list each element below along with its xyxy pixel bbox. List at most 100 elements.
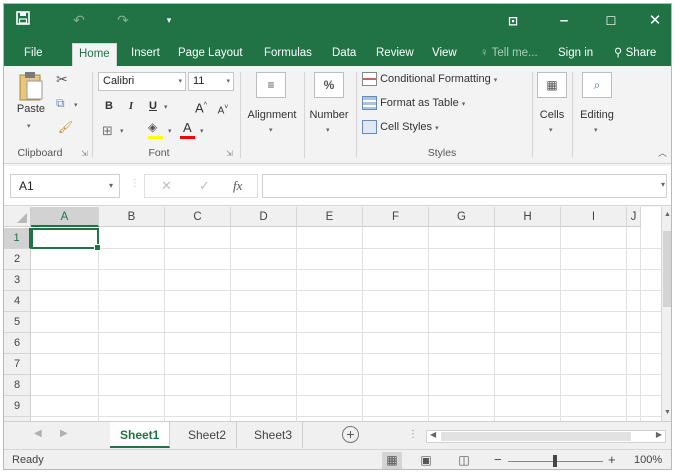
zoom-out-icon[interactable]: −: [494, 452, 502, 467]
scroll-left-icon[interactable]: ◀: [430, 430, 436, 439]
tab-home[interactable]: Home: [72, 43, 117, 66]
format-painter-icon[interactable]: 🖌: [58, 120, 73, 134]
save-icon[interactable]: [12, 11, 34, 29]
font-size-combo[interactable]: 11 ▾: [188, 72, 234, 91]
sign-in-link[interactable]: Sign in: [552, 43, 599, 66]
column-header[interactable]: I: [561, 207, 627, 227]
font-color-button[interactable]: A: [180, 120, 196, 140]
scroll-up-icon[interactable]: ▲: [664, 211, 671, 218]
column-header[interactable]: A: [31, 207, 99, 227]
tab-data[interactable]: Data: [326, 43, 362, 66]
scroll-down-icon[interactable]: ▼: [664, 409, 671, 416]
row-header[interactable]: 8: [4, 375, 31, 396]
formula-input[interactable]: [262, 174, 667, 198]
undo-icon[interactable]: ↶: [68, 11, 90, 29]
cut-icon[interactable]: ✂: [56, 71, 68, 88]
page-layout-view-icon[interactable]: ▣: [416, 452, 436, 469]
row-header[interactable]: 7: [4, 354, 31, 375]
grow-font-button[interactable]: A^: [192, 97, 210, 115]
sheet-tab[interactable]: Sheet2: [178, 422, 238, 448]
tab-split-handle-icon[interactable]: ⋮: [408, 429, 418, 440]
row-header[interactable]: 9: [4, 396, 31, 417]
clipboard-launcher-icon[interactable]: ⇲: [81, 149, 88, 158]
font-launcher-icon[interactable]: ⇲: [226, 149, 233, 158]
tab-insert[interactable]: Insert: [125, 43, 166, 66]
insert-function-icon[interactable]: fx: [233, 178, 242, 194]
horizontal-scrollbar[interactable]: ◀ ▶: [426, 430, 666, 443]
underline-button[interactable]: U: [144, 97, 162, 115]
number-format-button[interactable]: % Number ▾: [304, 72, 354, 142]
collapse-ribbon-icon[interactable]: ︿: [658, 146, 667, 159]
expand-formula-bar-icon[interactable]: ▾: [661, 180, 665, 189]
cell-styles-button[interactable]: Cell Styles ▾: [362, 120, 439, 138]
copy-icon[interactable]: ⧉: [56, 96, 65, 111]
ribbon-display-icon[interactable]: ⊡: [498, 9, 528, 33]
scroll-right-icon[interactable]: ▶: [656, 430, 662, 439]
new-sheet-button[interactable]: +: [342, 426, 359, 443]
row-header[interactable]: 4: [4, 291, 31, 312]
select-all-button[interactable]: [4, 207, 31, 227]
column-header[interactable]: G: [429, 207, 495, 227]
tab-formulas[interactable]: Formulas: [258, 43, 318, 66]
tab-view[interactable]: View: [426, 43, 463, 66]
sheet-tab[interactable]: Sheet1: [110, 422, 171, 448]
column-header[interactable]: D: [231, 207, 297, 227]
zoom-in-icon[interactable]: +: [608, 452, 616, 467]
borders-dropdown-icon[interactable]: ▾: [120, 127, 124, 135]
row-header[interactable]: 5: [4, 312, 31, 333]
row-header[interactable]: 6: [4, 333, 31, 354]
tab-review[interactable]: Review: [370, 43, 420, 66]
copy-dropdown-icon[interactable]: ▾: [74, 101, 78, 109]
conditional-formatting-button[interactable]: Conditional Formatting ▾: [362, 72, 497, 90]
customize-icon[interactable]: ▾: [158, 11, 180, 29]
column-header[interactable]: C: [165, 207, 231, 227]
row-header[interactable]: 2: [4, 249, 31, 270]
alignment-button[interactable]: ≡ Alignment ▾: [242, 72, 302, 142]
cancel-icon[interactable]: ✕: [161, 178, 172, 194]
vertical-scrollbar[interactable]: ▲ ▼: [661, 207, 671, 421]
normal-view-icon[interactable]: ▦: [382, 452, 402, 469]
editing-button[interactable]: ⌕ Editing ▾: [574, 72, 620, 142]
previous-sheet-icon[interactable]: ◀: [34, 428, 42, 439]
sheet-tab[interactable]: Sheet3: [244, 422, 304, 448]
borders-icon[interactable]: ⊞: [102, 123, 113, 139]
fill-color-button[interactable]: ◈: [148, 120, 164, 140]
bold-button[interactable]: B: [100, 97, 118, 115]
row-header[interactable]: 3: [4, 270, 31, 291]
font-name-combo[interactable]: Calibri ▾: [98, 72, 186, 91]
zoom-slider-thumb[interactable]: [553, 455, 557, 467]
name-box-dropdown-icon[interactable]: ▾: [109, 175, 113, 197]
tab-page-layout[interactable]: Page Layout: [172, 43, 249, 66]
italic-button[interactable]: I: [122, 97, 140, 115]
formula-bar-grip-icon[interactable]: ⋮: [130, 178, 140, 189]
row-header[interactable]: 1: [4, 228, 31, 249]
page-break-view-icon[interactable]: ◫: [454, 452, 474, 469]
column-header[interactable]: F: [363, 207, 429, 227]
cells-button[interactable]: ▦ Cells ▾: [534, 72, 570, 142]
underline-dropdown-icon[interactable]: ▾: [164, 103, 168, 111]
column-header[interactable]: B: [99, 207, 165, 227]
close-icon[interactable]: ✕: [640, 9, 670, 33]
zoom-level[interactable]: 100%: [634, 454, 662, 466]
minimize-icon[interactable]: –: [549, 9, 579, 33]
fill-color-dropdown-icon[interactable]: ▾: [168, 127, 172, 135]
maximize-icon[interactable]: ☐: [596, 9, 626, 33]
tab-file[interactable]: File: [18, 43, 49, 66]
tell-me-search[interactable]: ♀ Tell me...: [474, 43, 544, 66]
enter-icon[interactable]: ✓: [199, 178, 210, 194]
column-header[interactable]: J: [627, 207, 641, 227]
paste-button[interactable]: Paste ▾: [14, 70, 48, 130]
format-as-table-button[interactable]: Format as Table ▾: [362, 96, 465, 114]
share-button[interactable]: ⚲ Share: [608, 43, 662, 66]
shrink-font-button[interactable]: A˅: [214, 99, 232, 117]
column-header[interactable]: H: [495, 207, 561, 227]
active-cell[interactable]: [31, 228, 101, 251]
column-header[interactable]: E: [297, 207, 363, 227]
next-sheet-icon[interactable]: ▶: [60, 428, 68, 439]
font-color-dropdown-icon[interactable]: ▾: [200, 127, 204, 135]
name-box[interactable]: A1 ▾: [10, 174, 120, 198]
vertical-scroll-thumb[interactable]: [663, 231, 671, 307]
horizontal-scroll-thumb[interactable]: [441, 432, 631, 441]
redo-icon[interactable]: ↷: [112, 11, 134, 29]
worksheet-grid[interactable]: ▲ ▼ ABCDEFGHIJ 123456789: [4, 207, 671, 421]
